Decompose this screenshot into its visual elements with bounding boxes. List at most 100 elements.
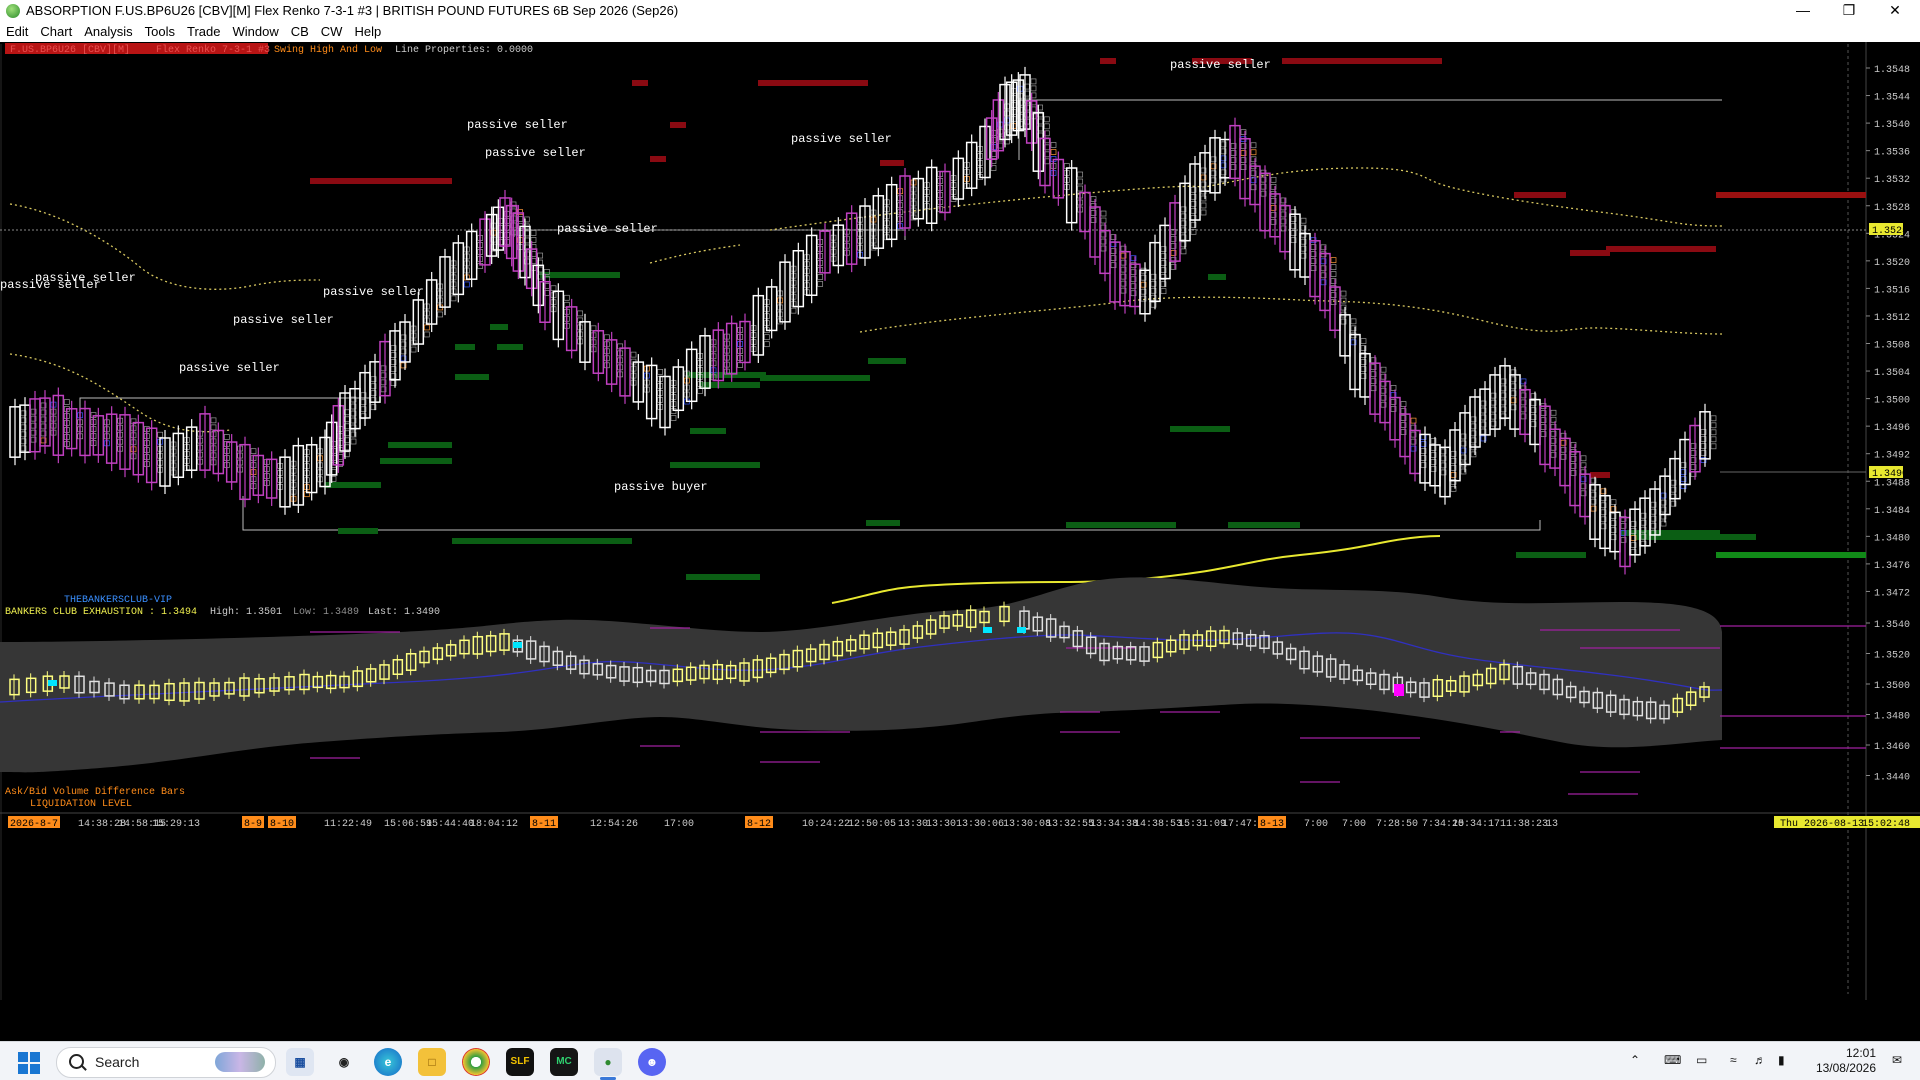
indicator-signal-marker [983, 627, 992, 633]
time-tick-label: 13:32:55 [1046, 819, 1094, 830]
wifi-icon[interactable]: ≈ [1730, 1053, 1737, 1080]
time-tick-label: 8-10 [270, 819, 294, 830]
volume-block [1100, 58, 1116, 64]
volume-block [650, 156, 666, 162]
price-tick-label: 1.3472 [1874, 588, 1910, 599]
taskbar-clock[interactable]: 12:01 13/08/2026 [1816, 1046, 1876, 1076]
time-tick-label: 13:30 [926, 819, 956, 830]
menu-analysis[interactable]: Analysis [78, 22, 138, 39]
indicator-signal-marker [1017, 627, 1026, 633]
notification-icon[interactable]: ✉ [1892, 1053, 1902, 1080]
time-tick-label: 13:30:06 [956, 819, 1004, 830]
indicator-exhaustion-marker [1394, 684, 1404, 696]
search-highlight-image [215, 1052, 265, 1072]
volume-block [338, 528, 378, 534]
menu-chart[interactable]: Chart [34, 22, 78, 39]
maximize-icon[interactable]: ❐ [1826, 0, 1872, 22]
time-tick-label: 12:50:05 [848, 819, 896, 830]
tray-overflow-icon[interactable]: ⌃ [1630, 1053, 1640, 1080]
mc-icon[interactable]: MC [550, 1048, 578, 1076]
indicator-high: High: 1.3501 [210, 606, 282, 618]
clock-time: 12:01 [1845, 1046, 1876, 1060]
volume-block [632, 80, 648, 86]
volume-block [868, 358, 906, 364]
swing-label: Swing High And Low [274, 44, 382, 56]
indicator-tick-label: 1.3480 [1874, 712, 1910, 723]
time-tick-label: 13:34:38 [1090, 819, 1138, 830]
discord-icon[interactable]: ☻ [638, 1048, 666, 1076]
volume-block [1606, 246, 1716, 252]
indicator-tick-label: 1.3540 [1874, 620, 1910, 631]
display-icon[interactable]: ▭ [1696, 1053, 1707, 1080]
volume-block [388, 442, 452, 448]
time-tick-label: 8-12 [747, 819, 771, 830]
annotation-passive-seller: passive seller [0, 278, 101, 292]
volume-block [760, 375, 870, 381]
windows-start-icon[interactable] [18, 1052, 40, 1074]
price-tick-label: 1.3528 [1874, 203, 1910, 214]
indicator-tick-label: 1.3440 [1874, 773, 1910, 784]
indicator-low: Low: 1.3489 [293, 607, 359, 618]
chart-window[interactable]: F.US.BP6U26 [CBV][M] Flex Renko 7-3-1 #3… [0, 42, 1920, 1042]
menu-tools[interactable]: Tools [139, 22, 181, 39]
annotation-passive-buyer: passive buyer [614, 480, 708, 494]
last-price-label: 1.3490 [1872, 469, 1908, 480]
volume-block [1282, 58, 1442, 64]
price-tick-label: 1.3476 [1874, 561, 1910, 572]
taskbar: Search ▦ ◉ e □ SLF MC ● ☻ ⌃ ⌨ ▭ ≈ ♬ ▮ 12… [0, 1041, 1920, 1080]
volume-block [497, 344, 523, 350]
annotation-passive-seller: passive seller [233, 313, 334, 327]
time-tick-label: 15:06:59 [384, 819, 432, 830]
battery-icon[interactable]: ▮ [1778, 1053, 1785, 1080]
file-explorer-icon[interactable]: ▦ [286, 1048, 314, 1076]
volume-block [1170, 426, 1230, 432]
indicator-tick-label: 1.3460 [1874, 742, 1910, 753]
volume-block [758, 80, 868, 86]
menu-trade[interactable]: Trade [181, 22, 226, 39]
time-tick-label: 10:24:22 [802, 819, 850, 830]
volume-block [880, 160, 904, 166]
speaker-icon[interactable]: ♬ [1754, 1053, 1766, 1080]
menu-window[interactable]: Window [226, 22, 284, 39]
taskbar-search[interactable]: Search [56, 1047, 276, 1078]
volume-block [540, 272, 620, 278]
volume-block [380, 458, 452, 464]
close-icon[interactable]: ✕ [1872, 0, 1918, 22]
chrome-icon[interactable] [462, 1048, 490, 1076]
search-placeholder: Search [95, 1054, 140, 1070]
search-icon [69, 1054, 84, 1069]
chart-canvas[interactable]: F.US.BP6U26 [CBV][M] Flex Renko 7-3-1 #3… [0, 42, 1920, 1042]
maps-icon[interactable]: ◉ [330, 1048, 358, 1076]
price-tick-label: 1.3504 [1874, 368, 1910, 379]
indicator-tick-label: 1.3500 [1874, 681, 1910, 692]
indicator-footer-volume: Ask/Bid Volume Difference Bars [5, 786, 185, 798]
menu-help[interactable]: Help [348, 22, 387, 39]
price-tick-label: 1.3516 [1874, 285, 1910, 296]
volume-block [686, 574, 760, 580]
price-tick-label: 1.3548 [1874, 65, 1910, 76]
folder-icon[interactable]: □ [418, 1048, 446, 1076]
window-title: ABSORPTION F.US.BP6U26 [CBV][M] Flex Ren… [26, 3, 679, 18]
indicator-last: Last: 1.3490 [368, 607, 440, 618]
slf-icon[interactable]: SLF [506, 1048, 534, 1076]
menu-cb[interactable]: CB [285, 22, 315, 39]
annotation-passive-seller: passive seller [1170, 58, 1271, 72]
time-tick-label: 14:38:53 [1134, 819, 1182, 830]
menu-edit[interactable]: Edit [0, 22, 34, 39]
price-tick-label: 1.3496 [1874, 423, 1910, 434]
volume-block [1066, 522, 1176, 528]
price-tick-label: 1.3492 [1874, 451, 1910, 462]
time-tick-label: 11:38:23 [1500, 819, 1548, 830]
edge-icon[interactable]: e [374, 1048, 402, 1076]
multicharts-icon[interactable]: ● [594, 1048, 622, 1076]
title-bar: ABSORPTION F.US.BP6U26 [CBV][M] Flex Ren… [0, 0, 1920, 22]
price-tick-label: 1.3532 [1874, 175, 1910, 186]
current-price-label: 1.3525 [1872, 226, 1908, 237]
time-tick-label: 7:00 [1342, 819, 1366, 830]
time-tick-label: 11:22:49 [324, 819, 372, 830]
price-tick-label: 1.3512 [1874, 313, 1910, 324]
minimize-icon[interactable]: — [1780, 0, 1826, 22]
menu-cw[interactable]: CW [315, 22, 349, 39]
price-tick-label: 1.3544 [1874, 93, 1910, 104]
keyboard-icon[interactable]: ⌨ [1664, 1053, 1681, 1080]
